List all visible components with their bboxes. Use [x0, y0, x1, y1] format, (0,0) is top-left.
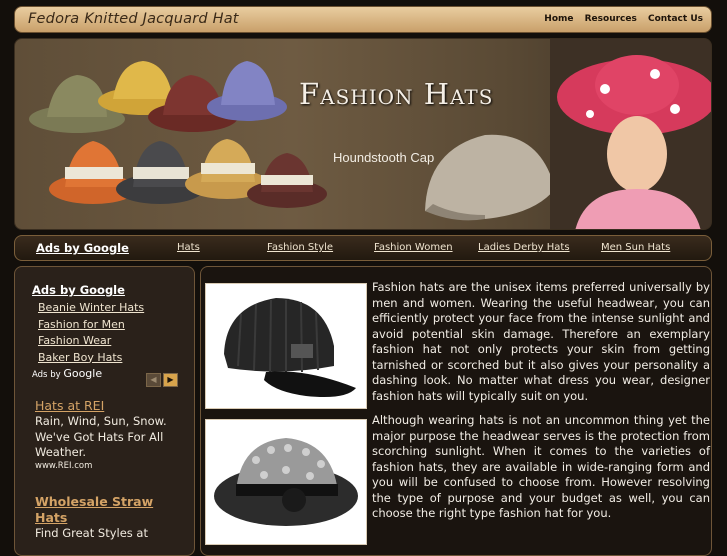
- banner-caption: Houndstooth Cap: [333, 150, 435, 165]
- sidebar-ads-heading[interactable]: Ads by Google: [32, 283, 125, 297]
- model-photo-image: [550, 39, 711, 229]
- sidebar-link-beanie[interactable]: Beanie Winter Hats: [38, 300, 144, 317]
- site-title: Fedora Knitted Jacquard Hat: [28, 11, 239, 27]
- nav-home-link[interactable]: Home: [544, 14, 573, 24]
- houndstooth-cap-image: [425, 134, 555, 221]
- google-logo-text: Google: [63, 367, 103, 380]
- crochet-hat-image: [214, 438, 358, 526]
- nav-contact-link[interactable]: Contact Us: [648, 14, 703, 24]
- top-nav: Home Resources Contact Us: [536, 14, 703, 24]
- ad-link-ladies-derby-hats[interactable]: Ladies Derby Hats: [478, 242, 570, 253]
- nav-resources-link[interactable]: Resources: [585, 14, 637, 24]
- banner-hats-image: [29, 39, 711, 229]
- google-ads-by: Ads by: [32, 370, 61, 380]
- prev-arrow-icon[interactable]: ◀: [146, 373, 161, 387]
- sidebar-link-fashion-men[interactable]: Fashion for Men: [38, 317, 144, 334]
- sidebar-ad-links: Beanie Winter Hats Fashion for Men Fashi…: [38, 300, 144, 366]
- knit-cap-photo: [205, 283, 367, 409]
- sidebar-link-baker-boy[interactable]: Baker Boy Hats: [38, 350, 144, 367]
- sidebar-ad-description: Rain, Wind, Sun, Snow. We've Got Hats Fo…: [35, 414, 167, 459]
- ad-pager: ◀ ▶: [144, 367, 178, 387]
- sidebar-ad-title[interactable]: Wholesale Straw Hats: [35, 494, 185, 526]
- fedora-group-image: [29, 61, 327, 208]
- article-paragraph: Fashion hats are the unisex items prefer…: [372, 280, 710, 403]
- sidebar-ad-rei[interactable]: Hats at REI Rain, Wind, Sun, Snow. We've…: [35, 398, 185, 471]
- crochet-hat-photo: [205, 419, 367, 545]
- google-ads-label[interactable]: Ads by Google: [32, 367, 102, 380]
- sidebar-link-fashion-wear[interactable]: Fashion Wear: [38, 333, 144, 350]
- sidebar-ad-url[interactable]: www.REI.com: [35, 461, 185, 471]
- article-paragraph: Although wearing hats is not an uncommon…: [372, 413, 710, 520]
- banner-title: Fashion Hats: [299, 77, 494, 111]
- ad-link-hats[interactable]: Hats: [177, 242, 200, 253]
- sidebar: Ads by Google Beanie Winter Hats Fashion…: [14, 266, 195, 556]
- ad-link-fashion-women[interactable]: Fashion Women: [374, 242, 453, 253]
- knit-cap-image: [224, 298, 356, 397]
- article-text: Fashion hats are the unisex items prefer…: [372, 280, 710, 531]
- next-arrow-icon[interactable]: ▶: [163, 373, 178, 387]
- ad-link-fashion-style[interactable]: Fashion Style: [267, 242, 333, 253]
- ad-links-bar: Ads by Google Hats Fashion Style Fashion…: [14, 235, 712, 261]
- header-bar: Fedora Knitted Jacquard Hat Home Resourc…: [14, 6, 712, 33]
- sidebar-ad-title[interactable]: Hats at REI: [35, 398, 185, 414]
- hero-banner: Fashion Hats Houndstooth Cap: [14, 38, 712, 230]
- ad-link-men-sun-hats[interactable]: Men Sun Hats: [601, 242, 670, 253]
- sidebar-ad-straw-hats[interactable]: Wholesale Straw Hats Find Great Styles a…: [35, 494, 185, 542]
- ads-by-google-link[interactable]: Ads by Google: [36, 241, 129, 255]
- sidebar-ad-description: Find Great Styles at: [35, 526, 148, 540]
- main-content: Fashion hats are the unisex items prefer…: [200, 266, 712, 556]
